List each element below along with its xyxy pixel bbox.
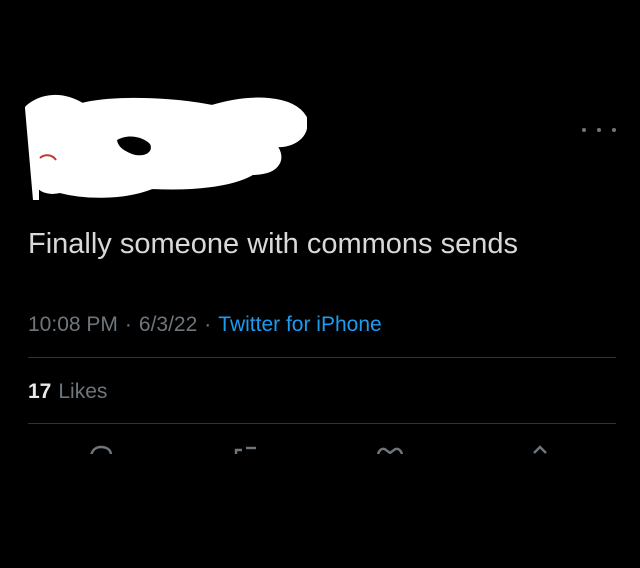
tweet-meta: 10:08 PM · 6/3/22 · Twitter for iPhone — [28, 310, 382, 340]
dot-icon — [612, 128, 616, 132]
retweet-icon[interactable] — [232, 444, 260, 454]
redaction-scribble — [25, 95, 307, 200]
more-options-icon[interactable] — [582, 122, 616, 138]
meta-separator: · — [124, 313, 132, 336]
dot-icon — [597, 128, 601, 132]
action-bar — [0, 440, 640, 454]
meta-separator: · — [204, 313, 212, 336]
tweet-text: Finally someone with commons sends — [28, 228, 518, 260]
likes-count: 17 — [28, 380, 52, 403]
reply-icon[interactable] — [88, 444, 114, 454]
share-icon[interactable] — [528, 444, 552, 454]
dot-icon — [582, 128, 586, 132]
likes-stat[interactable]: 17 Likes — [28, 376, 107, 408]
tweet-detail-screen: Finally someone with commons sends 10:08… — [0, 0, 640, 568]
divider — [28, 357, 616, 358]
likes-label: Likes — [58, 380, 108, 403]
tweet-date[interactable]: 6/3/22 — [139, 313, 197, 337]
like-icon[interactable] — [376, 444, 404, 454]
tweet-source-link[interactable]: Twitter for iPhone — [218, 313, 381, 337]
tweet-time[interactable]: 10:08 PM — [28, 313, 118, 337]
divider — [28, 423, 616, 424]
